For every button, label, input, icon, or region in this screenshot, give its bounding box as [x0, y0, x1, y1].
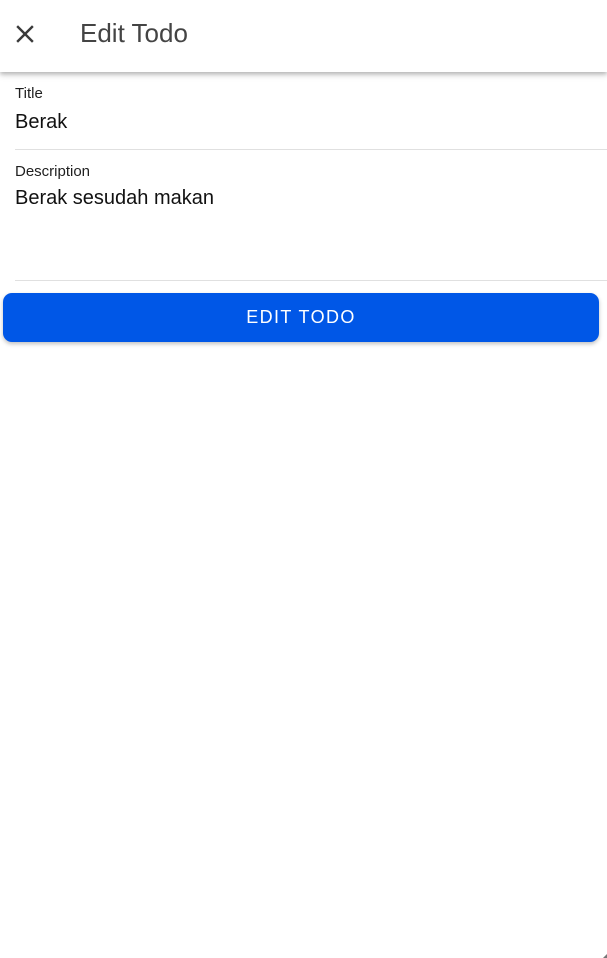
title-input[interactable]: Berak [15, 109, 607, 135]
page-title: Edit Todo [80, 18, 188, 48]
close-button[interactable] [3, 9, 47, 59]
title-field-label: Title [15, 85, 43, 102]
title-field[interactable]: Title Berak [15, 84, 607, 150]
resize-corner [603, 954, 607, 958]
app-bar: Edit Todo [0, 0, 607, 72]
edit-todo-screen: Edit Todo Title Berak Description Berak … [0, 0, 607, 958]
description-field-label: Description [15, 163, 91, 180]
description-input[interactable]: Berak sesudah makan [15, 185, 607, 211]
close-icon [16, 25, 34, 43]
description-field[interactable]: Description Berak sesudah makan [15, 162, 607, 281]
edit-todo-button[interactable]: EDIT TODO [3, 293, 599, 342]
